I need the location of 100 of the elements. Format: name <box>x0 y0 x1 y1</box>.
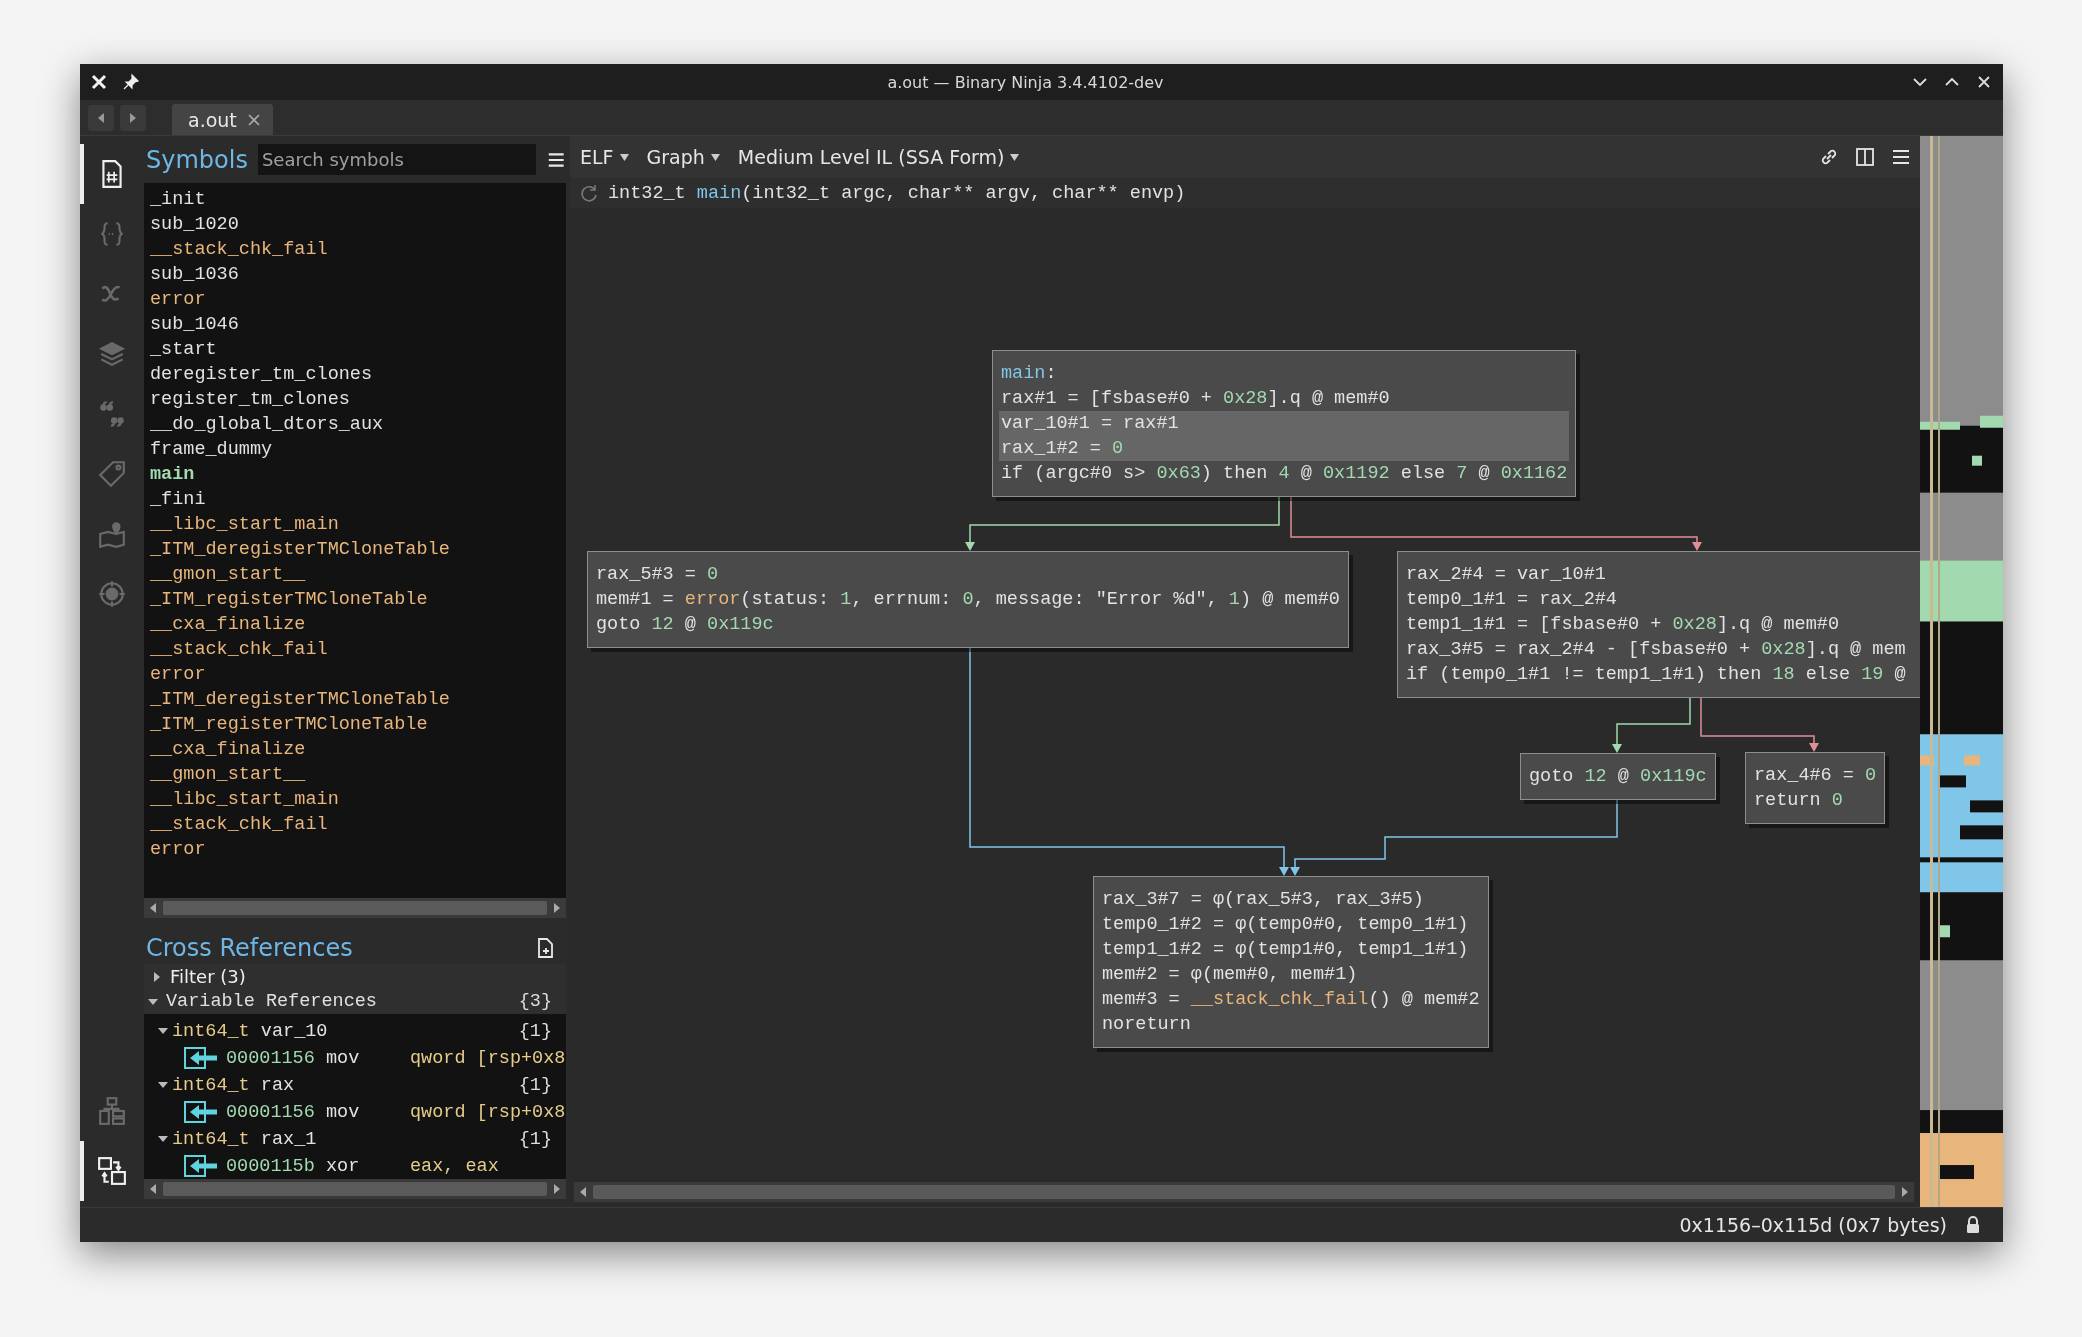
forward-button[interactable] <box>120 105 146 131</box>
code-block[interactable]: rax_2#4 = var_10#1 temp0_1#1 = rax_2#4 temp1_1#1 = [fsbase#0 + 0x28].q @ mem#0 rax_3#5 = rax_2#4 - [fsbase#0 + 0x28].q @ mem if (temp0_1#1 != temp1_1#1) then 18 else 19 @ <box>1397 551 1920 698</box>
symbol-item[interactable]: _ITM_deregisterTMCloneTable <box>150 537 560 562</box>
code-line[interactable]: mem#2 = φ(mem#0, mem#1) <box>1102 962 1480 987</box>
code-line[interactable]: rax_3#7 = φ(rax_5#3, rax_3#5) <box>1102 887 1480 912</box>
symbol-item[interactable]: sub_1036 <box>150 262 560 287</box>
code-line[interactable]: goto 12 @ 0x119c <box>1529 764 1707 789</box>
symbol-item[interactable]: main <box>150 462 560 487</box>
code-line[interactable]: rax#1 = [fsbase#0 + 0x28].q @ mem#0 <box>1001 386 1568 411</box>
address-label[interactable]: 00001156 <box>226 1047 318 1069</box>
code-line[interactable]: return 0 <box>1754 788 1877 813</box>
panel-title: Cross References <box>146 934 353 962</box>
caret-icon <box>1010 153 1020 161</box>
view-menu[interactable]: Medium Level IL (SSA Form) <box>735 144 1022 170</box>
symbol-item[interactable]: __cxa_finalize <box>150 737 560 762</box>
code-line[interactable]: if (argc#0 s> 0x63) then 4 @ 0x1192 else 7 @ 0x1162 <box>1001 461 1568 486</box>
symbol-item[interactable]: __libc_start_main <box>150 512 560 537</box>
horizontal-scrollbar[interactable] <box>144 898 566 918</box>
tag-icon <box>97 459 127 489</box>
code-line[interactable]: main: <box>1001 361 1568 386</box>
window-title: a.out — Binary Ninja 3.4.4102-dev <box>886 72 1165 92</box>
symbol-item[interactable]: __stack_chk_fail <box>150 237 560 262</box>
caret-icon[interactable] <box>158 1134 168 1144</box>
count-label: {3} <box>518 991 553 1012</box>
symbol-item[interactable]: _init <box>150 187 560 212</box>
back-button[interactable] <box>88 105 114 131</box>
symbol-item[interactable]: __gmon_start__ <box>150 762 560 787</box>
file-tab[interactable]: a.out <box>172 104 273 135</box>
symbol-item[interactable]: __stack_chk_fail <box>150 637 560 662</box>
symbol-item[interactable]: _ITM_registerTMCloneTable <box>150 587 560 612</box>
symbol-item[interactable]: _start <box>150 337 560 362</box>
group-label[interactable]: Variable References <box>166 991 377 1012</box>
symbol-item[interactable]: _fini <box>150 487 560 512</box>
horizontal-scrollbar[interactable] <box>144 1179 566 1199</box>
symbol-item[interactable]: _ITM_deregisterTMCloneTable <box>150 687 560 712</box>
address-label[interactable]: 0000115b <box>226 1155 318 1177</box>
incoming-arrow-icon <box>184 1101 218 1123</box>
selection-range: 0x1156–0x115d (0x7 bytes) <box>1679 1214 1947 1236</box>
lock-icon[interactable] <box>1965 1216 1981 1234</box>
hierarchy-icon <box>97 1096 127 1126</box>
symbol-item[interactable]: sub_1020 <box>150 212 560 237</box>
view-menu[interactable]: ELF <box>578 144 631 170</box>
caret-icon[interactable] <box>148 996 158 1007</box>
symbol-item[interactable]: _ITM_registerTMCloneTable <box>150 712 560 737</box>
address-label[interactable]: 00001156 <box>226 1101 318 1123</box>
symbol-item[interactable]: deregister_tm_clones <box>150 362 560 387</box>
caret-icon[interactable] <box>158 1026 168 1036</box>
symbol-item[interactable]: __cxa_finalize <box>150 612 560 637</box>
symbol-item[interactable]: __gmon_start__ <box>150 562 560 587</box>
count-label: {1} <box>518 1020 553 1042</box>
close-icon[interactable] <box>90 73 108 91</box>
search-field[interactable]: Search symbols <box>257 144 536 175</box>
code-line[interactable]: rax_5#3 = 0 <box>596 562 1340 587</box>
horizontal-scrollbar[interactable] <box>574 1182 1914 1202</box>
caret-icon[interactable] <box>152 971 162 982</box>
layers-icon <box>97 339 127 369</box>
code-block[interactable]: goto 12 @ 0x119c <box>1520 753 1716 800</box>
panel-title: Symbols <box>146 145 248 174</box>
code-line[interactable]: rax_2#4 = var_10#1 <box>1406 562 1920 587</box>
variable-label[interactable]: int64_t var_10 <box>172 1020 328 1042</box>
code-line[interactable]: rax_4#6 = 0 <box>1754 763 1877 788</box>
code-line[interactable]: temp0_1#1 = rax_2#4 <box>1406 587 1920 612</box>
variable-label[interactable]: int64_t rax_1 <box>172 1128 317 1150</box>
view-menu[interactable]: Graph <box>644 144 722 170</box>
code-line[interactable]: mem#3 = __stack_chk_fail() @ mem#2 <box>1102 987 1480 1012</box>
code-block[interactable]: rax_4#6 = 0 return 0 <box>1745 752 1886 824</box>
caret-icon[interactable] <box>158 1080 168 1090</box>
code-block[interactable]: main: rax#1 = [fsbase#0 + 0x28].q @ mem#0 var_10#1 = rax#1 rax_1#2 = 0 if (argc#0 s> 0x63) then 4 @ 0x1192 else 7 @ 0x1162 <box>992 350 1577 497</box>
symbol-item[interactable]: sub_1046 <box>150 312 560 337</box>
pin-icon[interactable] <box>122 73 140 91</box>
incoming-arrow-icon <box>184 1047 218 1069</box>
code-line[interactable]: noreturn <box>1102 1012 1480 1037</box>
code-line[interactable]: temp1_1#2 = φ(temp1#0, temp1_1#1) <box>1102 937 1480 962</box>
code-line[interactable]: temp1_1#1 = [fsbase#0 + 0x28].q @ mem#0 <box>1406 612 1920 637</box>
quote-icon <box>97 399 127 429</box>
symbol-item[interactable]: __stack_chk_fail <box>150 812 560 837</box>
symbol-item[interactable]: error <box>150 287 560 312</box>
symbol-item[interactable]: frame_dummy <box>150 437 560 462</box>
back-arrow-icon <box>96 112 106 124</box>
refresh-icon[interactable] <box>578 182 600 204</box>
code-line[interactable]: goto 12 @ 0x119c <box>596 612 1340 637</box>
variable-label[interactable]: int64_t rax <box>172 1074 295 1096</box>
compass-icon <box>97 579 127 609</box>
filter-label[interactable]: Filter (3) <box>170 966 246 987</box>
code-line[interactable]: if (temp0_1#1 != temp1_1#1) then 18 else 19 @ <box>1406 662 1920 687</box>
split-view-icon[interactable] <box>1854 146 1876 168</box>
mnemonic-label: xor <box>326 1155 361 1177</box>
symbol-item[interactable]: error <box>150 662 560 687</box>
symbol-item[interactable]: error <box>150 837 560 862</box>
code-line[interactable]: temp0_1#2 = φ(temp0#0, temp0_1#1) <box>1102 912 1480 937</box>
code-line[interactable]: mem#1 = error(status: 1, errnum: 0, message: "Error %d", 1) @ mem#0 <box>596 587 1340 612</box>
symbol-item[interactable]: __do_global_dtors_aux <box>150 412 560 437</box>
swap-boxes-icon <box>97 1156 127 1186</box>
code-line[interactable]: rax_3#5 = rax_2#4 - [fsbase#0 + 0x28].q @ mem <box>1406 637 1920 662</box>
code-block[interactable]: rax_5#3 = 0 mem#1 = error(status: 1, errnum: 0, message: "Error %d", 1) @ mem#0 goto 12 @ 0x119c <box>587 551 1349 648</box>
operand-label: qword [rsp+0x8 <box>410 1047 566 1069</box>
symbol-item[interactable]: __libc_start_main <box>150 787 560 812</box>
minimap-drawing[interactable] <box>1920 136 2003 1207</box>
symbol-item[interactable]: register_tm_clones <box>150 387 560 412</box>
code-block[interactable]: rax_3#7 = φ(rax_5#3, rax_3#5) temp0_1#2 = φ(temp0#0, temp0_1#1) temp1_1#2 = φ(temp1#0, temp1_1#1) mem#2 = φ(mem#0, mem#1) mem#3 = __stack_chk_fail() @ mem#2 noreturn <box>1093 876 1489 1048</box>
